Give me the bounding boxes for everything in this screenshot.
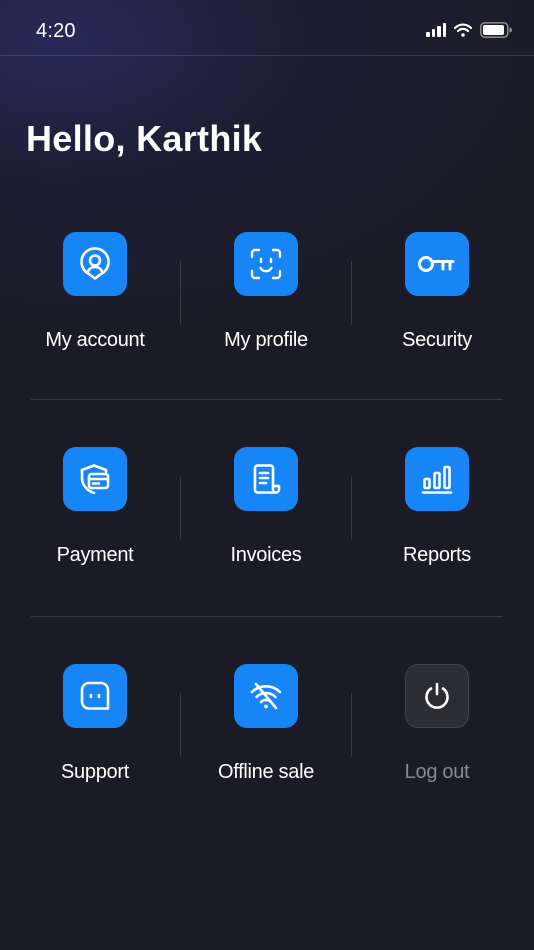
security-tile[interactable] xyxy=(405,232,469,296)
offline-sale-tile[interactable] xyxy=(234,664,298,728)
payment-tile[interactable] xyxy=(63,447,127,511)
menu-item-label: Invoices xyxy=(230,544,302,566)
invoices-tile[interactable] xyxy=(234,447,298,511)
column-divider xyxy=(180,693,181,757)
face-scan-icon xyxy=(250,248,282,280)
menu-item-my-account[interactable]: My account xyxy=(6,232,184,372)
my-account-tile[interactable] xyxy=(63,232,127,296)
power-icon xyxy=(425,682,449,709)
chat-bubble-icon xyxy=(80,681,110,710)
menu-item-offline-sale[interactable]: Offline sale xyxy=(177,664,355,804)
column-divider xyxy=(180,261,181,325)
menu-item-label: Log out xyxy=(404,761,470,783)
user-circle-icon xyxy=(80,247,110,280)
log-out-tile[interactable] xyxy=(405,664,469,728)
menu-item-label: Reports xyxy=(403,544,471,566)
my-profile-tile[interactable] xyxy=(234,232,298,296)
menu-item-my-profile[interactable]: My profile xyxy=(177,232,355,372)
row-divider xyxy=(31,399,503,400)
menu-item-label: Payment xyxy=(56,544,134,566)
menu-item-log-out[interactable]: Log out xyxy=(348,664,526,804)
menu-item-label: My profile xyxy=(224,329,308,351)
column-divider xyxy=(351,693,352,757)
menu-item-payment[interactable]: Payment xyxy=(6,447,184,587)
document-icon xyxy=(253,464,281,494)
menu-item-label: Security xyxy=(402,329,472,351)
menu-item-label: Offline sale xyxy=(217,761,315,783)
support-tile[interactable] xyxy=(63,664,127,728)
column-divider xyxy=(351,261,352,325)
menu-item-label: My account xyxy=(45,329,145,351)
menu-item-reports[interactable]: Reports xyxy=(348,447,526,587)
menu-grid: My account My profile Security Payment I… xyxy=(0,0,534,950)
column-divider xyxy=(180,476,181,540)
wifi-off-icon xyxy=(250,682,282,710)
bar-chart-icon xyxy=(421,465,453,494)
menu-item-support[interactable]: Support xyxy=(6,664,184,804)
reports-tile[interactable] xyxy=(405,447,469,511)
card-shield-icon xyxy=(80,464,110,495)
key-icon xyxy=(418,256,455,272)
menu-item-invoices[interactable]: Invoices xyxy=(177,447,355,587)
row-divider xyxy=(31,616,503,617)
column-divider xyxy=(351,476,352,540)
menu-item-label: Support xyxy=(61,761,129,783)
menu-item-security[interactable]: Security xyxy=(348,232,526,372)
